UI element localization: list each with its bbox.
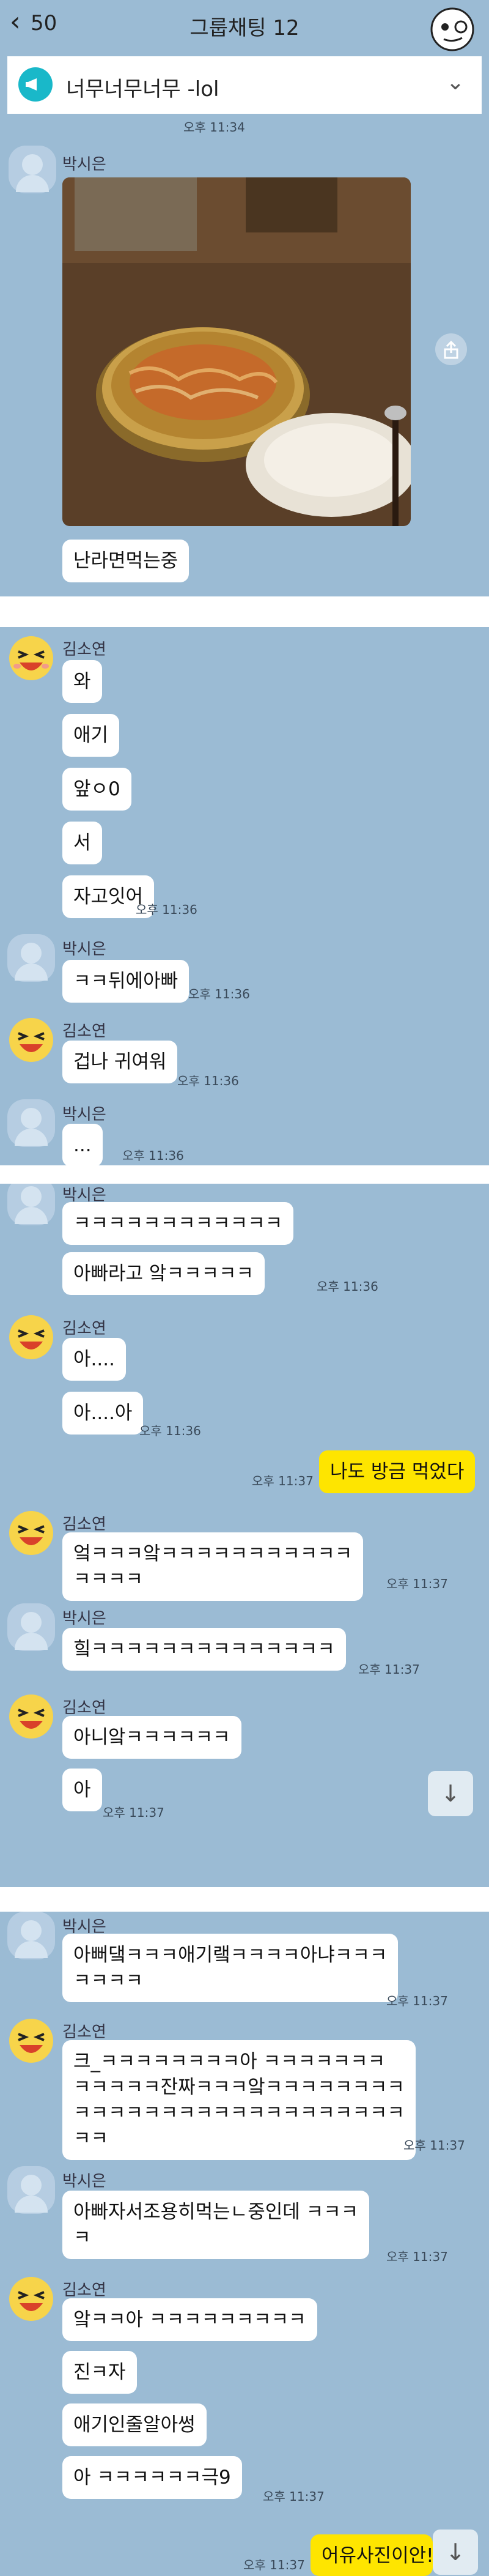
my-message-bubble: 어유사진이안! — [311, 2534, 433, 2576]
megaphone-icon — [18, 67, 53, 102]
timestamp: 오후 11:37 — [103, 1805, 164, 1820]
sender-name: 박시은 — [62, 940, 106, 959]
laughing-emoji-avatar[interactable] — [7, 2017, 55, 2065]
laughing-emoji-avatar[interactable] — [7, 1016, 55, 1064]
message-bubble: 크_ㅋㅋㅋㅋㅋㅋㅋㅋ아 ㅋㅋㅋㅋㅋㅋㅋ ㅋㅋㅋㅋㅋ잔짜ㅋㅋㅋ앜ㅋㅋㅋㅋㅋㅋㅋㅋ … — [62, 2040, 416, 2160]
message-bubble: 진ㅋ자 — [62, 2351, 137, 2394]
avatar[interactable] — [7, 934, 55, 982]
message-bubble: ㅋㅋ뒤에아빠 — [62, 960, 189, 1003]
sender-name: 김소연 — [62, 1022, 106, 1041]
chevron-down-icon[interactable]: ⌄ — [446, 70, 465, 95]
avatar[interactable] — [7, 1099, 55, 1147]
chat-panel-4: 박시은 아뻐댘ㅋㅋㅋ애기랰ㅋㅋㅋㅋ아냐ㅋㅋㅋ ㅋㅋㅋㅋ 오후 11:37 김소연… — [0, 1912, 489, 2576]
laughing-emoji-avatar[interactable] — [7, 1313, 55, 1361]
sender-name: 김소연 — [62, 1515, 106, 1534]
my-message-bubble: 나도 방금 먹었다 — [319, 1450, 476, 1493]
notice-bar[interactable]: 너무너무너무 -lol ⌄ — [7, 56, 482, 114]
sender-name: 김소연 — [62, 1699, 106, 1717]
timestamp: 오후 11:37 — [358, 1662, 420, 1677]
message-bubble: 서 — [62, 822, 102, 864]
laughing-emoji-avatar[interactable] — [7, 2275, 55, 2323]
message-bubble: 앜ㅋㅋ아 ㅋㅋㅋㅋㅋㅋㅋㅋㅋ — [62, 2298, 317, 2341]
ramen-photo[interactable] — [62, 177, 411, 526]
timestamp: 오후 11:36 — [139, 1423, 201, 1438]
avatar[interactable] — [7, 1184, 55, 1225]
message-bubble: 아 ㅋㅋㅋㅋㅋㅋ극9 — [62, 2456, 242, 2499]
message-bubble: 애기인줄알아썽 — [62, 2403, 207, 2446]
message-bubble: 아빠자서조용히먹는ㄴ중인데 ㅋㅋㅋ ㅋ — [62, 2191, 370, 2259]
timestamp: 오후 11:36 — [136, 902, 197, 917]
notice-text: 너무너무너무 -lol — [66, 77, 219, 102]
avatar[interactable] — [7, 2166, 55, 2214]
avatar[interactable] — [9, 146, 56, 193]
sender-name: 박시은 — [62, 155, 106, 174]
message-bubble: 아 — [62, 1769, 102, 1811]
timestamp: 오후 11:36 — [122, 1148, 184, 1163]
laughing-emoji-avatar[interactable] — [7, 634, 55, 682]
laughing-emoji-avatar[interactable] — [7, 1693, 55, 1740]
timestamp: 오후 11:37 — [263, 2489, 325, 2504]
message-bubble: 아빠라고 앜ㅋㅋㅋㅋㅋ — [62, 1252, 265, 1295]
watermark-face-icon — [430, 7, 474, 51]
message-bubble: 아니앜ㅋㅋㅋㅋㅋㅋ — [62, 1716, 241, 1759]
sender-name: 박시은 — [62, 1609, 106, 1628]
timestamp: 오후 11:37 — [386, 2249, 448, 2264]
message-bubble: ㅋㅋㅋㅋㅋㅋㅋㅋㅋㅋㅋㅋ — [62, 1202, 294, 1245]
laughing-emoji-avatar[interactable] — [7, 1509, 55, 1557]
sender-name: 박시은 — [62, 2172, 106, 2191]
timestamp: 오후 11:37 — [403, 2138, 465, 2153]
message-bubble: 아.... — [62, 1338, 126, 1381]
timestamp: 오후 11:37 — [386, 1576, 448, 1591]
sender-name: 김소연 — [62, 1320, 106, 1338]
avatar[interactable] — [7, 1912, 55, 1959]
message-bubble: 엌ㅋㅋㅋ앜ㅋㅋㅋㅋㅋㅋㅋㅋㅋㅋㅋ ㅋㅋㅋㅋ — [62, 1532, 364, 1601]
chat-title: 그룹채팅 12 — [189, 16, 300, 40]
message-bubble: 앞ㅇ0 — [62, 768, 131, 811]
message-bubble: 아....아 — [62, 1392, 144, 1435]
message-bubble: 아뻐댘ㅋㅋㅋ애기랰ㅋㅋㅋㅋ아냐ㅋㅋㅋ ㅋㅋㅋㅋ — [62, 1934, 399, 2002]
message-bubble: ... — [62, 1124, 103, 1165]
chat-panel-1: ‹ 50 그룹채팅 12 너무너무너무 -lol ⌄ 오후 11:34 박시은 — [0, 0, 489, 596]
chat-panel-2: 김소연 와 애기 앞ㅇ0 서 자고잇어 오후 11:36 박시은 ㅋㅋ뒤에아빠 … — [0, 627, 489, 1165]
timestamp: 오후 11:37 — [386, 1994, 448, 2008]
chat-header: ‹ 50 그룹채팅 12 — [0, 0, 489, 54]
message-bubble: 겁나 귀여워 — [62, 1041, 178, 1083]
timestamp: 오후 11:37 — [243, 2558, 305, 2572]
message-bubble: 힠ㅋㅋㅋㅋㅋㅋㅋㅋㅋㅋㅋㅋㅋㅋ — [62, 1628, 346, 1671]
timestamp: 오후 11:36 — [188, 987, 250, 1001]
chat-panel-3: 박시은 ㅋㅋㅋㅋㅋㅋㅋㅋㅋㅋㅋㅋ 아빠라고 앜ㅋㅋㅋㅋㅋ 오후 11:36 김소… — [0, 1184, 489, 1887]
sender-name: 박시은 — [62, 1105, 106, 1124]
timestamp: 오후 11:36 — [177, 1074, 239, 1088]
scroll-down-arrow-icon[interactable]: ↓ — [433, 2530, 478, 2575]
scroll-down-arrow-icon[interactable]: ↓ — [428, 1771, 473, 1816]
sender-name: 김소연 — [62, 2023, 106, 2041]
timestamp: 오후 11:34 — [183, 120, 245, 135]
share-icon[interactable] — [435, 333, 467, 365]
avatar[interactable] — [7, 1603, 55, 1651]
sender-name: 김소연 — [62, 2281, 106, 2299]
sender-name: 김소연 — [62, 640, 106, 659]
timestamp: 오후 11:37 — [252, 1474, 314, 1488]
message-bubble: 와 — [62, 660, 102, 703]
timestamp: 오후 11:36 — [317, 1279, 378, 1294]
message-bubble: 애기 — [62, 714, 120, 757]
message-bubble: 난라면먹는중 — [62, 540, 189, 582]
